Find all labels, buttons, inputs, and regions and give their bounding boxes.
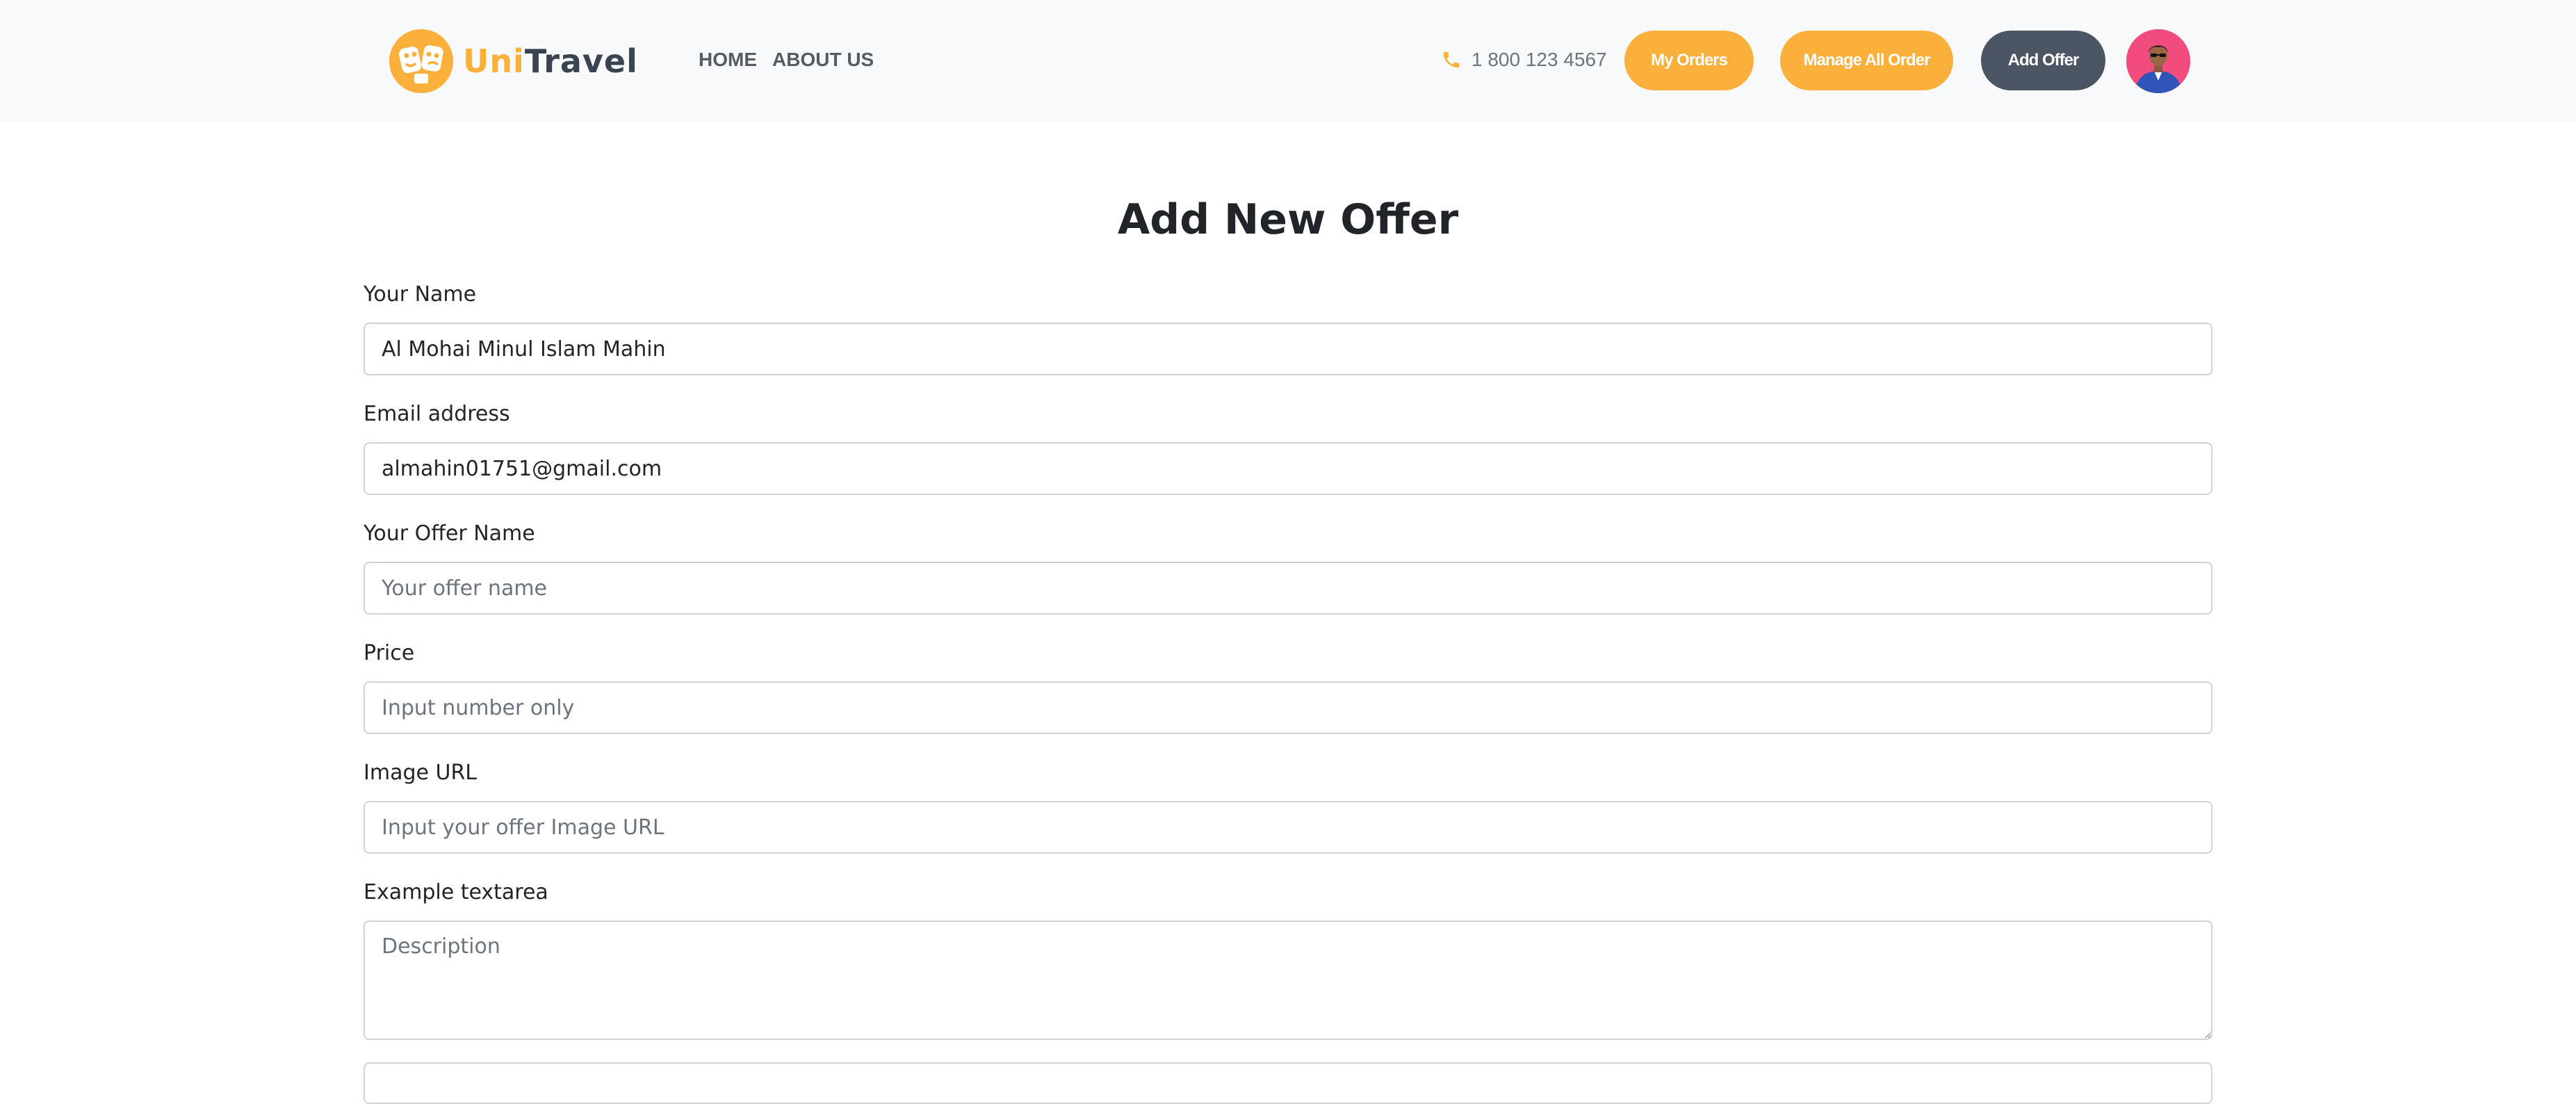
brand-name: UniTravel xyxy=(463,42,638,80)
masks-logo-icon xyxy=(389,29,453,93)
email-address-label: Email address xyxy=(364,402,510,426)
brand-name-uni: Uni xyxy=(463,42,525,80)
brand-name-travel: Travel xyxy=(524,42,638,80)
email-address-input[interactable] xyxy=(364,442,2212,495)
your-name-label: Your Name xyxy=(364,282,477,307)
navbar: UniTravel HOME ABOUT US 1 800 123 4567 M… xyxy=(0,0,2576,121)
offer-name-label: Your Offer Name xyxy=(364,521,535,546)
next-form-field[interactable] xyxy=(364,1062,2212,1104)
image-url-label: Image URL xyxy=(364,761,478,785)
nav-link-home[interactable]: HOME xyxy=(699,46,757,74)
description-textarea[interactable] xyxy=(364,920,2212,1040)
manage-all-order-button[interactable]: Manage All Order xyxy=(1780,31,1953,90)
image-url-input[interactable] xyxy=(364,801,2212,854)
price-input[interactable] xyxy=(364,681,2212,734)
phone-icon xyxy=(1443,51,1460,68)
user-avatar[interactable] xyxy=(2126,29,2190,93)
description-label: Example textarea xyxy=(364,880,548,904)
phone-contact: 1 800 123 4567 xyxy=(1441,46,1607,74)
page-title: Add New Offer xyxy=(1117,195,1459,244)
your-name-input[interactable] xyxy=(364,323,2212,375)
my-orders-button[interactable]: My Orders xyxy=(1624,31,1754,90)
add-offer-button[interactable]: Add Offer xyxy=(1981,31,2105,90)
price-label: Price xyxy=(364,641,415,665)
brand[interactable]: UniTravel xyxy=(386,28,638,95)
offer-name-input[interactable] xyxy=(364,562,2212,615)
nav-link-about-us[interactable]: ABOUT US xyxy=(772,46,874,74)
phone-number: 1 800 123 4567 xyxy=(1472,49,1607,70)
user-avatar-icon xyxy=(2126,29,2190,93)
